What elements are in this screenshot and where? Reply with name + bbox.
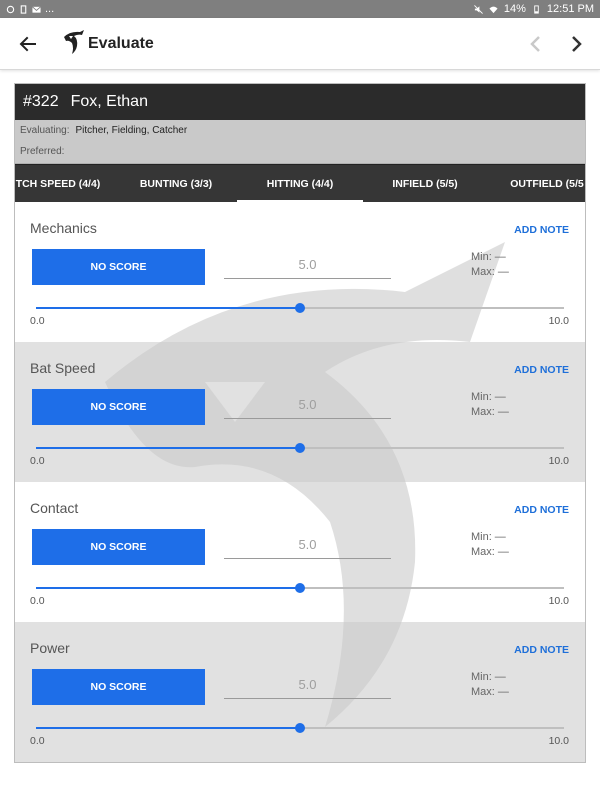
slider-fill xyxy=(36,587,300,589)
score-input[interactable]: 5.0 xyxy=(224,397,391,419)
status-bar-left: ... xyxy=(6,3,54,15)
score-input[interactable]: 5.0 xyxy=(224,677,391,699)
add-note-button[interactable]: ADD NOTE xyxy=(514,364,569,376)
range-min: 0.0 xyxy=(30,595,45,607)
status-time: 12:51 PM xyxy=(546,3,594,15)
tab-pitch-speed[interactable]: TCH SPEED (4/4) xyxy=(15,165,115,202)
sync-icon xyxy=(6,5,15,13)
section-title: Bat Speed xyxy=(30,360,96,376)
tab-label: INFIELD (5/5) xyxy=(392,178,458,190)
max-value: — xyxy=(497,686,509,698)
slider-fill xyxy=(36,727,300,729)
tab-outfield[interactable]: OUTFIELD (5/5 xyxy=(487,165,585,202)
slider-fill xyxy=(36,307,300,309)
max-label: Max: xyxy=(471,406,495,418)
slider-fill xyxy=(36,447,300,449)
score-slider[interactable] xyxy=(36,721,564,735)
section-title: Mechanics xyxy=(30,220,97,236)
tab-hitting[interactable]: HITTING (4/4) xyxy=(237,165,363,202)
range-max: 10.0 xyxy=(548,315,569,327)
slider-thumb[interactable] xyxy=(295,723,305,733)
min-max: Min: — Max: — xyxy=(471,670,509,700)
wifi-icon xyxy=(489,6,498,13)
slider-thumb[interactable] xyxy=(295,443,305,453)
max-value: — xyxy=(497,546,509,558)
range-max: 10.0 xyxy=(548,595,569,607)
battery-saver-icon xyxy=(20,4,27,14)
back-arrow-icon[interactable] xyxy=(16,32,40,56)
no-score-button[interactable]: NO SCORE xyxy=(32,249,205,285)
no-score-button[interactable]: NO SCORE xyxy=(32,389,205,425)
no-score-button[interactable]: NO SCORE xyxy=(32,669,205,705)
max-value: — xyxy=(497,266,509,278)
evaluating-value: Pitcher, Fielding, Catcher xyxy=(75,125,188,136)
no-score-button[interactable]: NO SCORE xyxy=(32,529,205,565)
tab-label: HITTING (4/4) xyxy=(266,178,334,190)
range-min: 0.0 xyxy=(30,455,45,467)
section-title: Contact xyxy=(30,500,79,516)
min-value: — xyxy=(494,671,506,683)
category-tabs: TCH SPEED (4/4) BUNTING (3/3) HITTING (4… xyxy=(15,164,585,202)
range-max: 10.0 xyxy=(548,455,569,467)
mail-icon xyxy=(32,5,41,13)
tab-label: BUNTING (3/3) xyxy=(139,178,213,190)
section-contact: Contact ADD NOTE NO SCORE 5.0 Min: — Max:… xyxy=(15,482,585,622)
player-header: #322 Fox, Ethan xyxy=(15,84,585,120)
slider-thumb[interactable] xyxy=(295,583,305,593)
mute-icon xyxy=(474,4,483,14)
section-bat-speed: Bat Speed ADD NOTE NO SCORE 5.0 Min: — Ma… xyxy=(15,342,585,482)
status-more: ... xyxy=(45,3,55,15)
min-max: Min: — Max: — xyxy=(471,250,509,280)
score-slider[interactable] xyxy=(36,581,564,595)
min-label: Min: xyxy=(471,671,492,683)
add-note-button[interactable]: ADD NOTE xyxy=(514,644,569,656)
min-label: Min: xyxy=(471,251,492,263)
tab-bunting[interactable]: BUNTING (3/3) xyxy=(115,165,237,202)
range-min: 0.0 xyxy=(30,315,45,327)
player-info: Evaluating: Pitcher, Fielding, Catcher P… xyxy=(15,120,585,164)
add-note-button[interactable]: ADD NOTE xyxy=(514,224,569,236)
max-label: Max: xyxy=(471,546,495,558)
min-label: Min: xyxy=(471,531,492,543)
evaluating-label: Evaluating: xyxy=(20,125,70,136)
tab-label: TCH SPEED (4/4) xyxy=(15,178,101,190)
max-label: Max: xyxy=(471,266,495,278)
score-input[interactable]: 5.0 xyxy=(224,257,391,279)
battery-icon xyxy=(534,4,539,14)
min-max: Min: — Max: — xyxy=(471,530,509,560)
battery-percent: 14% xyxy=(503,3,526,15)
player-name: Fox, Ethan xyxy=(70,93,148,110)
add-note-button[interactable]: ADD NOTE xyxy=(514,504,569,516)
min-value: — xyxy=(494,531,506,543)
status-bar: ... 14% 12:51 PM xyxy=(0,0,600,18)
range-max: 10.0 xyxy=(548,735,569,747)
evaluation-card: #322 Fox, Ethan Evaluating: Pitcher, Fie… xyxy=(14,83,586,763)
player-number: #322 xyxy=(23,93,59,110)
app-bar: Evaluate xyxy=(0,18,600,70)
score-sections: Mechanics ADD NOTE NO SCORE 5.0 Min: — Ma… xyxy=(15,202,585,762)
max-label: Max: xyxy=(471,686,495,698)
page-title: Evaluate xyxy=(88,35,154,52)
score-slider[interactable] xyxy=(36,441,564,455)
min-value: — xyxy=(494,391,506,403)
tab-label: OUTFIELD (5/5 xyxy=(510,178,584,190)
slider-thumb[interactable] xyxy=(295,303,305,313)
max-value: — xyxy=(497,406,509,418)
min-max: Min: — Max: — xyxy=(471,390,509,420)
range-min: 0.0 xyxy=(30,735,45,747)
section-mechanics: Mechanics ADD NOTE NO SCORE 5.0 Min: — Ma… xyxy=(15,202,585,342)
tab-infield[interactable]: INFIELD (5/5) xyxy=(363,165,487,202)
chevron-right-icon[interactable] xyxy=(564,32,588,56)
score-input[interactable]: 5.0 xyxy=(224,537,391,559)
min-label: Min: xyxy=(471,391,492,403)
score-slider[interactable] xyxy=(36,301,564,315)
status-bar-right: 14% 12:51 PM xyxy=(474,3,594,15)
section-title: Power xyxy=(30,640,70,656)
chevron-left-icon[interactable] xyxy=(524,32,548,56)
evaluating-row: Evaluating: Pitcher, Fielding, Catcher xyxy=(20,125,580,146)
shark-logo-icon xyxy=(64,30,84,54)
section-power: Power ADD NOTE NO SCORE 5.0 Min: — Max: — … xyxy=(15,622,585,762)
min-value: — xyxy=(494,251,506,263)
